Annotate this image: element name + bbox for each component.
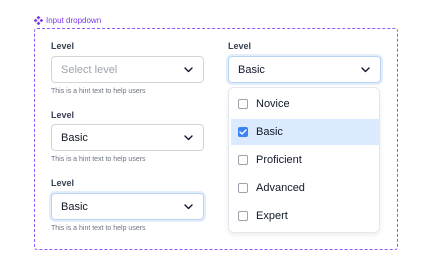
level-select-filled[interactable]: Basic — [51, 124, 204, 151]
select-placeholder-text: Select level — [61, 63, 118, 76]
option-label: Advanced — [256, 182, 305, 194]
level-select-placeholder[interactable]: Select level — [51, 56, 204, 83]
checkbox-checked[interactable] — [238, 127, 248, 137]
field-label: Level — [228, 41, 252, 51]
field-label: Level — [51, 178, 75, 188]
chevron-down-icon — [184, 203, 193, 210]
dropdown-option-proficient[interactable]: Proficient — [231, 147, 379, 173]
option-label: Basic — [256, 126, 283, 138]
option-label: Novice — [256, 98, 290, 110]
dropdown-option-novice[interactable]: Novice — [231, 91, 379, 117]
select-value: Basic — [61, 200, 88, 213]
frame-header: Input dropdown — [34, 13, 101, 27]
dropdown-option-expert[interactable]: Expert — [231, 203, 379, 229]
select-value: Basic — [238, 63, 265, 76]
field-label: Level — [51, 41, 75, 51]
hint-text: This is a hint text to help users — [51, 225, 146, 232]
dropdown-option-basic[interactable]: Basic — [231, 119, 379, 145]
option-label: Expert — [256, 210, 288, 222]
checkbox[interactable] — [238, 99, 248, 109]
frame-title: Input dropdown — [46, 15, 102, 25]
checkbox[interactable] — [238, 211, 248, 221]
hint-text: This is a hint text to help users — [51, 156, 146, 163]
select-value: Basic — [61, 131, 88, 144]
option-label: Proficient — [256, 154, 302, 166]
check-icon — [239, 129, 247, 135]
level-select-focused[interactable]: Basic — [51, 193, 204, 220]
chevron-down-icon — [184, 66, 193, 73]
component-icon — [34, 15, 43, 25]
chevron-down-icon — [184, 134, 193, 141]
chevron-down-icon — [361, 66, 370, 73]
checkbox[interactable] — [238, 155, 248, 165]
level-select-open[interactable]: Basic — [228, 56, 381, 83]
field-label: Level — [51, 110, 75, 120]
checkbox[interactable] — [238, 183, 248, 193]
dropdown-option-advanced[interactable]: Advanced — [231, 175, 379, 201]
hint-text: This is a hint text to help users — [51, 88, 146, 95]
dropdown-menu: Novice Basic Proficient Advanced Expert — [228, 87, 380, 233]
